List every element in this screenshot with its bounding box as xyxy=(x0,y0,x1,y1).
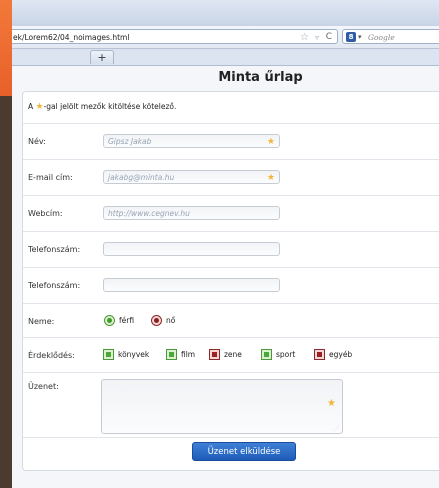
name-input[interactable]: Gipsz Jakab ★ xyxy=(103,134,280,148)
message-row: Üzenet: ★ ⋰ xyxy=(23,373,439,438)
browser-window: ek/Lorem62/04_noimages.html ☆ ▿ C 8 ▾ Go… xyxy=(12,0,439,488)
checkbox-sport[interactable] xyxy=(261,349,272,360)
checkbox-other[interactable] xyxy=(314,349,325,360)
submit-button[interactable]: Üzenet elküldése xyxy=(192,442,296,461)
checkbox-books[interactable] xyxy=(103,349,114,360)
radio-female[interactable] xyxy=(151,315,162,326)
tab-bar: + xyxy=(12,49,439,66)
address-bar[interactable]: ek/Lorem62/04_noimages.html ☆ ▿ C xyxy=(12,29,338,44)
email-row: E-mail cím: jakabg@minta.hu ★ xyxy=(23,160,439,196)
required-note-row: A ★-gal jelölt mezők kitöltése kötelező. xyxy=(23,92,439,124)
email-field[interactable]: jakabg@minta.hu ★ xyxy=(103,170,280,184)
dropdown-arrow-icon[interactable]: ▿ xyxy=(315,30,319,45)
search-bar[interactable]: 8 ▾ Google xyxy=(342,29,439,44)
website-label: Webcím: xyxy=(28,209,63,218)
required-star-icon: ★ xyxy=(35,102,44,112)
address-url: ek/Lorem62/04_noimages.html xyxy=(13,33,130,42)
message-label: Üzenet: xyxy=(28,382,59,391)
required-star-icon: ★ xyxy=(266,137,275,147)
phone-label-2: Telefonszám: xyxy=(28,281,81,290)
phone-input-1[interactable] xyxy=(103,242,280,256)
email-label: E-mail cím: xyxy=(28,173,73,182)
email-field-value: jakabg@minta.hu xyxy=(108,173,175,182)
titlebar xyxy=(12,0,439,26)
checkbox-sport-label: sport xyxy=(276,350,296,359)
radio-female-label: nő xyxy=(166,316,176,325)
website-row: Webcím: http://www.cegnev.hu xyxy=(23,196,439,232)
search-engine-icon[interactable]: 8 xyxy=(346,32,356,42)
required-star-icon: ★ xyxy=(327,398,336,409)
checkbox-other-label: egyéb xyxy=(329,350,353,359)
form-panel: A ★-gal jelölt mezők kitöltése kötelező.… xyxy=(22,91,439,471)
checkbox-music[interactable] xyxy=(209,349,220,360)
gender-label: Neme: xyxy=(28,317,55,326)
bookmark-star-icon[interactable]: ☆ xyxy=(300,31,309,44)
phone-input-2[interactable] xyxy=(103,278,280,292)
phone-row-1: Telefonszám: xyxy=(23,232,439,268)
checkbox-books-label: könyvek xyxy=(118,350,150,359)
page-content: Minta űrlap A ★-gal jelölt mezők kitölté… xyxy=(12,66,439,488)
gender-row: Neme: férfi nő xyxy=(23,304,439,338)
phone-label-1: Telefonszám: xyxy=(28,245,81,254)
phone-row-2: Telefonszám: xyxy=(23,268,439,304)
website-input-value: http://www.cegnev.hu xyxy=(108,209,190,218)
checkbox-music-label: zene xyxy=(224,350,242,359)
radio-male[interactable] xyxy=(104,315,115,326)
message-textarea[interactable]: ★ ⋰ xyxy=(101,379,343,434)
navigation-bar: ek/Lorem62/04_noimages.html ☆ ▿ C 8 ▾ Go… xyxy=(12,26,439,49)
radio-male-label: férfi xyxy=(119,316,135,325)
page-title: Minta űrlap xyxy=(218,70,303,85)
required-star-icon: ★ xyxy=(266,173,275,183)
resize-grip-icon[interactable]: ⋰ xyxy=(333,425,339,432)
website-input[interactable]: http://www.cegnev.hu xyxy=(103,206,280,220)
name-input-value: Gipsz Jakab xyxy=(108,137,152,146)
interests-label: Érdeklődés: xyxy=(28,351,75,360)
checkbox-film-label: film xyxy=(181,350,196,359)
search-engine-dropdown-icon[interactable]: ▾ xyxy=(358,30,362,45)
interests-row: Érdeklődés: könyvek film zene sport egyé… xyxy=(23,338,439,373)
search-placeholder: Google xyxy=(368,33,395,42)
new-tab-button[interactable]: + xyxy=(90,50,114,64)
required-note: A ★-gal jelölt mezők kitöltése kötelező. xyxy=(28,102,177,112)
name-label: Név: xyxy=(28,137,46,146)
reload-icon[interactable]: C xyxy=(326,30,332,45)
name-row: Név: Gipsz Jakab ★ xyxy=(23,124,439,160)
checkbox-film[interactable] xyxy=(166,349,177,360)
